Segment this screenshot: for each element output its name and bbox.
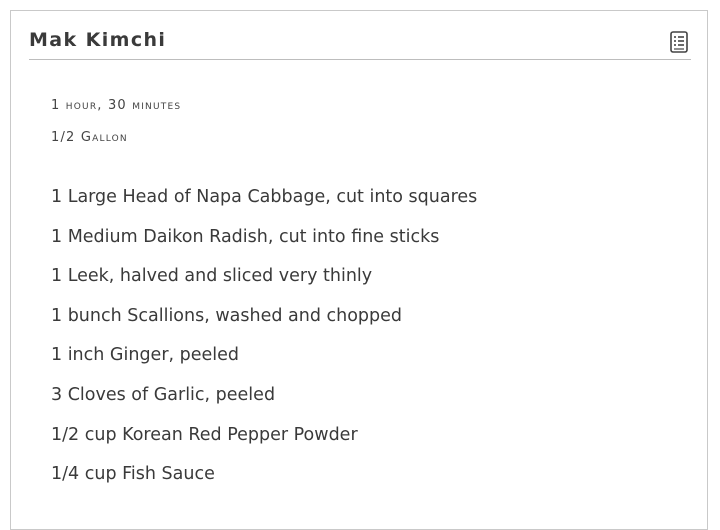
ingredient-item: 1 Leek, halved and sliced very thinly (51, 266, 373, 287)
ingredient-list: 1 Large Head of Napa Cabbage, cut into s… (51, 185, 477, 502)
print-recipe-button[interactable] (667, 30, 691, 54)
ingredient-item: 1 inch Ginger, peeled (51, 345, 240, 366)
ingredient-item: 1/2 cup Korean Red Pepper Powder (51, 424, 358, 445)
recipe-yield: 1/2 Gallon (51, 130, 128, 145)
ingredient-item: 1/4 cup Fish Sauce (51, 464, 215, 485)
ingredient-item: 1 Large Head of Napa Cabbage, cut into s… (51, 187, 478, 207)
ingredient-item: 1 Medium Daikon Radish, cut into fine st… (51, 226, 440, 247)
recipe-header: Mak Kimchi (29, 27, 691, 60)
recipe-title: Mak Kimchi (29, 29, 167, 51)
recipe-time: 1 hour, 30 minutes (51, 98, 182, 113)
ingredient-item: 3 Cloves of Garlic, peeled (51, 384, 276, 405)
print-recipe-icon (670, 31, 688, 53)
ingredient-item: 1 bunch Scallions, washed and chopped (51, 305, 403, 326)
recipe-card: Mak Kimchi 1 hour, 30 minutes 1/2 Gallon… (10, 10, 708, 530)
